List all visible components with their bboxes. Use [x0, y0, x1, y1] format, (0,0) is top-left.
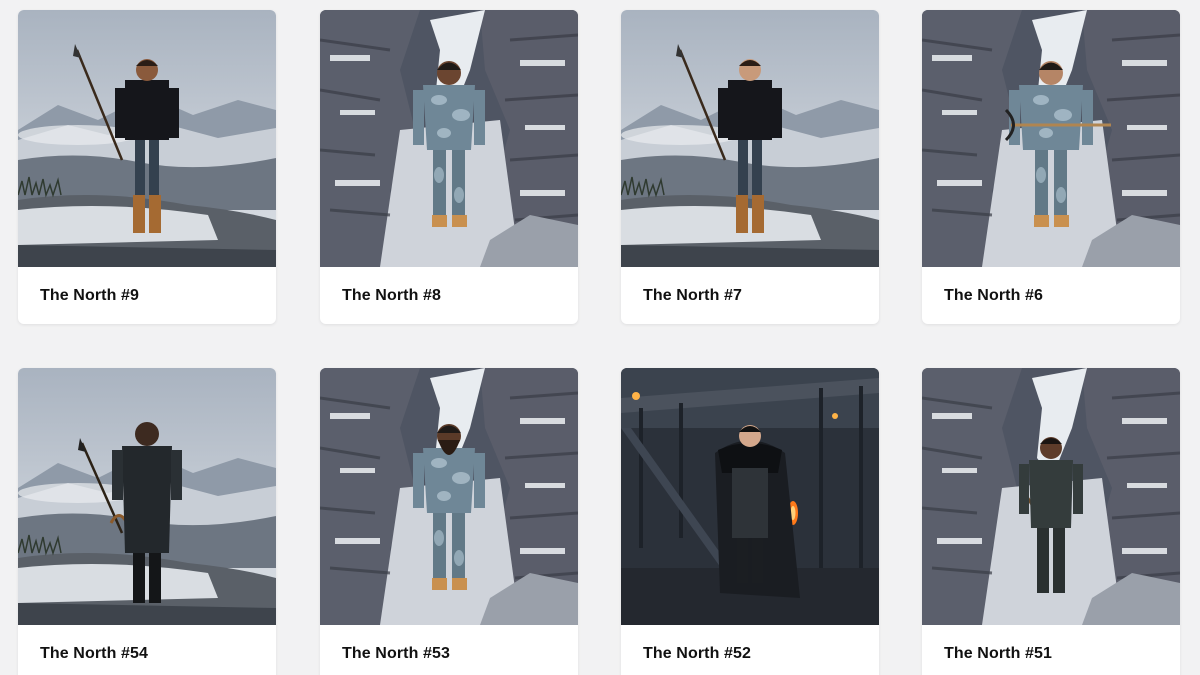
nft-card[interactable]: The North #8: [320, 10, 578, 324]
nft-title[interactable]: The North #7: [621, 267, 879, 324]
nft-gallery-grid: The North #9 The North #8 The North #7 T…: [0, 0, 1200, 675]
nft-card[interactable]: The North #53: [320, 368, 578, 675]
nft-card[interactable]: The North #9: [18, 10, 276, 324]
character-render: [922, 368, 1180, 625]
nft-thumbnail[interactable]: [922, 10, 1180, 267]
nft-title[interactable]: The North #54: [18, 625, 276, 675]
character-render: [18, 368, 276, 625]
character-render: [18, 10, 276, 267]
character-render: [621, 368, 879, 625]
nft-thumbnail[interactable]: [922, 368, 1180, 625]
character-render: [320, 10, 578, 267]
nft-card[interactable]: The North #51: [922, 368, 1180, 675]
character-render: [320, 368, 578, 625]
nft-title[interactable]: The North #6: [922, 267, 1180, 324]
nft-title[interactable]: The North #52: [621, 625, 879, 675]
nft-title[interactable]: The North #53: [320, 625, 578, 675]
nft-thumbnail[interactable]: [621, 10, 879, 267]
nft-title[interactable]: The North #9: [18, 267, 276, 324]
nft-thumbnail[interactable]: [320, 368, 578, 625]
nft-thumbnail[interactable]: [18, 368, 276, 625]
character-render: [621, 10, 879, 267]
nft-title[interactable]: The North #51: [922, 625, 1180, 675]
nft-card[interactable]: The North #52: [621, 368, 879, 675]
character-render: [922, 10, 1180, 267]
nft-card[interactable]: The North #54: [18, 368, 276, 675]
nft-thumbnail[interactable]: [18, 10, 276, 267]
nft-thumbnail[interactable]: [320, 10, 578, 267]
nft-card[interactable]: The North #7: [621, 10, 879, 324]
nft-title[interactable]: The North #8: [320, 267, 578, 324]
nft-thumbnail[interactable]: [621, 368, 879, 625]
nft-card[interactable]: The North #6: [922, 10, 1180, 324]
